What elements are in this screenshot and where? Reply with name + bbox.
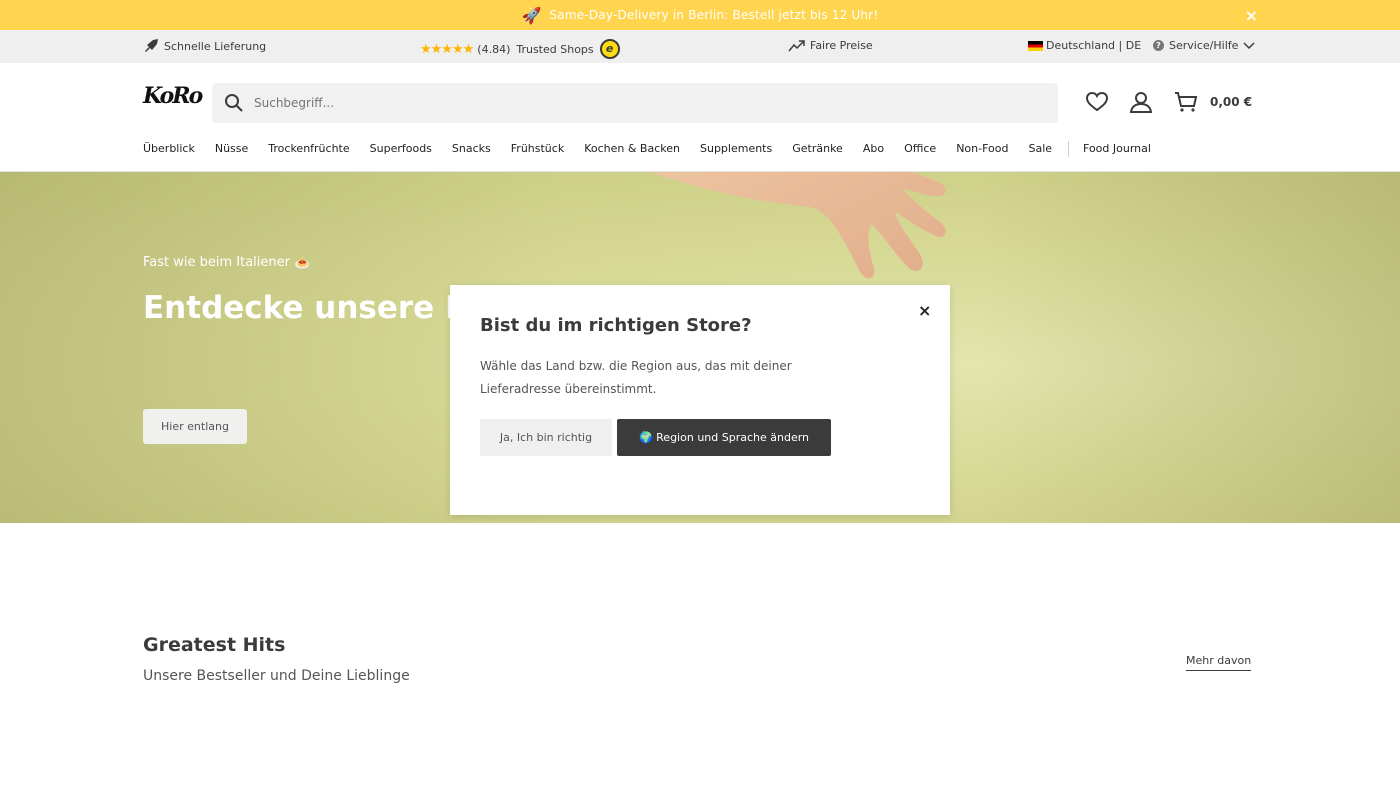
- nav-item-fruehstueck[interactable]: Frühstück: [511, 142, 564, 157]
- trusted-shops-label: Trusted Shops: [516, 42, 594, 56]
- modal-title: Bist du im richtigen Store?: [480, 315, 752, 336]
- country-selector[interactable]: Deutschland | DE: [1028, 39, 1141, 52]
- main-navigation: Überblick Nüsse Trockenfrüchte Superfood…: [143, 141, 1171, 157]
- nav-item-ueberblick[interactable]: Überblick: [143, 142, 195, 157]
- greatest-hits-section: Greatest Hits Unsere Bestseller und Dein…: [143, 634, 410, 684]
- more-link[interactable]: Mehr davon: [1186, 654, 1252, 671]
- germany-flag-icon: [1028, 40, 1043, 51]
- trusted-shops-badge-icon: e: [599, 39, 620, 59]
- search-bar[interactable]: [212, 83, 1058, 123]
- confirm-store-button[interactable]: Ja, Ich bin richtig: [480, 419, 612, 456]
- search-input[interactable]: [254, 96, 1034, 110]
- help-icon: ?: [1153, 40, 1164, 51]
- nav-item-trockenfruechte[interactable]: Trockenfrüchte: [268, 142, 349, 157]
- header-icons: 0,00 €: [1086, 91, 1252, 113]
- nav-item-non-food[interactable]: Non-Food: [956, 142, 1008, 157]
- change-region-button[interactable]: 🌍 Region und Sprache ändern: [617, 419, 831, 456]
- usp-trusted-shops[interactable]: ★★★★★ (4.84) Trusted Shops e: [420, 39, 620, 59]
- store-selector-modal: × Bist du im richtigen Store? Wähle das …: [450, 285, 950, 515]
- rocket-small-icon: [145, 39, 158, 52]
- section-subtitle: Unsere Bestseller und Deine Lieblinge: [143, 668, 410, 684]
- nav-item-snacks[interactable]: Snacks: [452, 142, 491, 157]
- nav-item-getraenke[interactable]: Getränke: [792, 142, 843, 157]
- nav-item-kochen-backen[interactable]: Kochen & Backen: [584, 142, 680, 157]
- service-menu[interactable]: ? Service/Hilfe: [1153, 39, 1255, 52]
- promo-bar: 🚀 Same-Day-Delivery in Berlin: Bestell j…: [0, 0, 1400, 30]
- nav-item-nuesse[interactable]: Nüsse: [215, 142, 248, 157]
- usp-bar: Schnelle Lieferung ★★★★★ (4.84) Trusted …: [0, 30, 1400, 63]
- usp-fast-delivery-label: Schnelle Lieferung: [164, 39, 267, 53]
- wishlist-heart-icon[interactable]: [1086, 92, 1108, 112]
- hero-kicker: Fast wie beim Italiener 🍝: [143, 255, 311, 270]
- usp-fair-prices: Faire Preise: [788, 39, 873, 52]
- service-label: Service/Hilfe: [1169, 39, 1239, 52]
- country-label: Deutschland | DE: [1046, 39, 1142, 52]
- trend-icon: [788, 39, 805, 51]
- hero-cta-button[interactable]: Hier entlang: [143, 409, 247, 444]
- rating-value: (4.84): [477, 42, 511, 56]
- usp-fair-prices-label: Faire Preise: [810, 39, 873, 52]
- nav-item-sale[interactable]: Sale: [1028, 142, 1052, 157]
- nav-item-office[interactable]: Office: [904, 142, 936, 157]
- koro-logo[interactable]: KoRo: [143, 83, 203, 123]
- account-user-icon[interactable]: [1130, 91, 1152, 113]
- section-title: Greatest Hits: [143, 634, 286, 656]
- hero-hand-image: [650, 172, 946, 279]
- rocket-icon: 🚀: [521, 5, 542, 25]
- nav-item-superfoods[interactable]: Superfoods: [370, 142, 432, 157]
- rating-stars-icon: ★★★★★: [420, 41, 474, 57]
- cart-icon[interactable]: [1174, 91, 1198, 113]
- site-header: KoRo 0,00 € Überblick Nüsse Trockenfrüch…: [0, 63, 1400, 172]
- nav-item-food-journal[interactable]: Food Journal: [1083, 142, 1151, 157]
- search-icon: [225, 94, 243, 112]
- close-promo-button[interactable]: ×: [1245, 6, 1258, 25]
- nav-item-abo[interactable]: Abo: [863, 142, 884, 157]
- usp-fast-delivery: Schnelle Lieferung: [143, 39, 266, 53]
- close-modal-button[interactable]: ×: [918, 301, 931, 320]
- nav-item-supplements[interactable]: Supplements: [700, 142, 772, 157]
- chevron-down-icon: [1243, 41, 1255, 49]
- nav-divider: [1068, 141, 1070, 157]
- cart-total[interactable]: 0,00 €: [1210, 95, 1252, 109]
- modal-description: Wähle das Land bzw. die Region aus, das …: [480, 359, 792, 396]
- promo-text[interactable]: Same-Day-Delivery in Berlin: Bestell jet…: [549, 8, 878, 22]
